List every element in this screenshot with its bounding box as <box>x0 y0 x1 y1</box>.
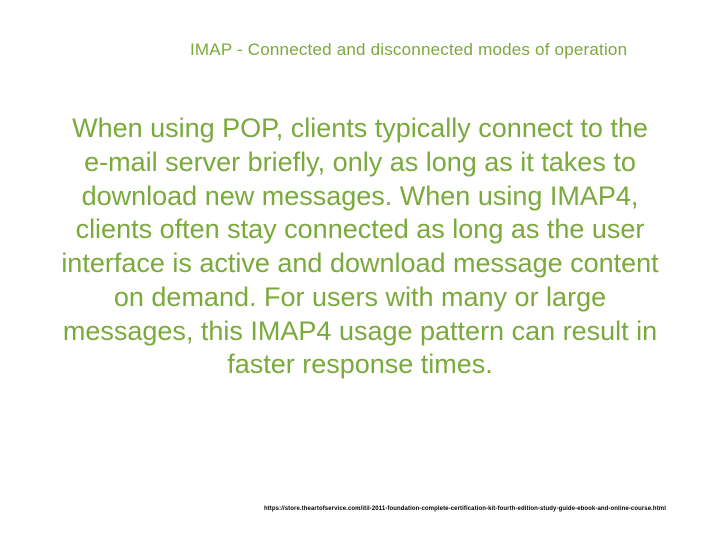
footer-source-link[interactable]: https://store.theartofservice.com/itil-2… <box>264 506 666 512</box>
body-row: When using POP, clients typically connec… <box>60 112 660 382</box>
slide-container: IMAP - Connected and disconnected modes … <box>0 0 720 540</box>
slide-body-text: When using POP, clients typically connec… <box>60 112 660 382</box>
slide-title: IMAP - Connected and disconnected modes … <box>190 40 670 60</box>
slide-body-wrapper: When using POP, clients typically connec… <box>50 112 670 382</box>
